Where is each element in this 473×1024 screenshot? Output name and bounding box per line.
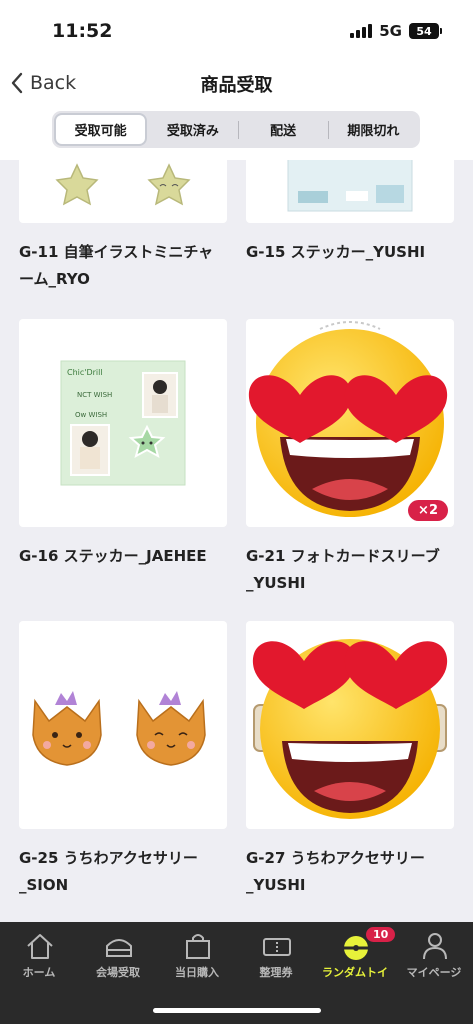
tab-my-page[interactable]: マイページ — [395, 922, 473, 992]
segment-expired[interactable]: 期限切れ — [329, 113, 418, 146]
quantity-badge: ×2 — [408, 500, 448, 521]
product-name: G-25 うちわアクセサリー_SION — [19, 849, 198, 894]
segment-delivery[interactable]: 配送 — [239, 113, 328, 146]
product-name: G-27 うちわアクセサリー_YUSHI — [246, 849, 425, 894]
segment-received[interactable]: 受取済み — [148, 113, 237, 146]
product-card[interactable]: G-27 うちわアクセサリー_YUSHI — [246, 621, 454, 899]
product-image-uchiwa-accessory — [19, 621, 227, 829]
venue-icon — [106, 939, 132, 957]
fox-accessory-image — [32, 691, 206, 766]
segment-receivable[interactable]: 受取可能 — [54, 113, 148, 146]
product-image-sticker — [246, 160, 454, 223]
battery-level: 54 — [416, 24, 432, 38]
tab-random-toy[interactable]: 10 ランダムトイ — [316, 922, 396, 992]
product-image-sticker: Chic'Drill NCT WISH Ow WISH — [19, 319, 227, 527]
status-time: 11:52 — [52, 20, 113, 42]
segmented-control: 受取可能 受取済み 配送 期限切れ — [52, 111, 420, 148]
product-name: G-15 ステッカー_YUSHI — [246, 243, 426, 261]
tab-label: ランダムトイ — [322, 966, 388, 979]
tab-label: マイページ — [406, 966, 462, 979]
shopping-bag-icon — [186, 934, 210, 959]
navigation-bar: Back 商品受取 — [0, 58, 473, 108]
sticker-sheet-image: Chic'Drill NCT WISH Ow WISH — [60, 360, 186, 486]
tab-label: 当日購入 — [175, 966, 219, 979]
home-indicator[interactable] — [153, 1008, 321, 1013]
svg-text:Chic'Drill: Chic'Drill — [67, 368, 103, 377]
tab-same-day-purchase[interactable]: 当日購入 — [158, 922, 236, 992]
product-card[interactable]: G-25 うちわアクセサリー_SION — [19, 621, 227, 899]
network-type: 5G — [379, 22, 402, 40]
home-icon — [27, 934, 53, 959]
tab-venue-pickup[interactable]: 会場受取 — [79, 922, 157, 992]
product-card[interactable]: Chic'Drill NCT WISH Ow WISH G-16 ステッカー_J… — [19, 319, 227, 570]
product-image-photocard-sleeve: ×2 — [246, 319, 454, 527]
signal-icon — [350, 24, 373, 38]
heart-eyes-emoji-image — [248, 321, 448, 517]
star-charm-image — [55, 163, 191, 206]
tab-home[interactable]: ホーム — [0, 922, 78, 992]
svg-text:Ow WISH: Ow WISH — [75, 411, 107, 419]
product-name: G-21 フォトカードスリーブ_YUSHI — [246, 547, 440, 592]
product-image-mini-charm — [19, 160, 227, 223]
product-grid: G-11 自筆イラストミニチャーム_RYO G-15 ステッカー_YUSHI C… — [0, 160, 473, 922]
notification-badge: 10 — [366, 927, 396, 942]
tab-label: 整理券 — [259, 966, 293, 979]
heart-eyes-emoji-image — [252, 639, 448, 819]
ticket-icon — [263, 938, 291, 956]
product-card[interactable]: ×2 G-21 フォトカードスリーブ_YUSHI — [246, 319, 454, 597]
filter-tabs-container: 受取可能 受取済み 配送 期限切れ — [0, 108, 473, 160]
product-card[interactable]: G-15 ステッカー_YUSHI — [246, 160, 454, 266]
product-name: G-16 ステッカー_JAEHEE — [19, 547, 207, 565]
battery-icon: 54 — [409, 23, 442, 39]
product-name: G-11 自筆イラストミニチャーム_RYO — [19, 243, 214, 288]
product-image-uchiwa-accessory — [246, 621, 454, 829]
person-icon — [423, 933, 447, 960]
tab-label: ホーム — [22, 966, 56, 979]
product-card[interactable]: G-11 自筆イラストミニチャーム_RYO — [19, 160, 227, 293]
status-indicators: 5G 54 — [350, 22, 442, 40]
tab-numbered-ticket[interactable]: 整理券 — [237, 922, 315, 992]
svg-text:NCT WISH: NCT WISH — [77, 391, 112, 399]
bottom-tab-bar: ホーム 会場受取 当日購入 整理券 10 ランダムトイ マイページ — [0, 922, 473, 1024]
tab-label: 会場受取 — [96, 966, 140, 979]
status-bar: 11:52 5G 54 — [0, 0, 473, 58]
sticker-sheet-image — [287, 160, 413, 212]
page-title: 商品受取 — [200, 75, 273, 96]
